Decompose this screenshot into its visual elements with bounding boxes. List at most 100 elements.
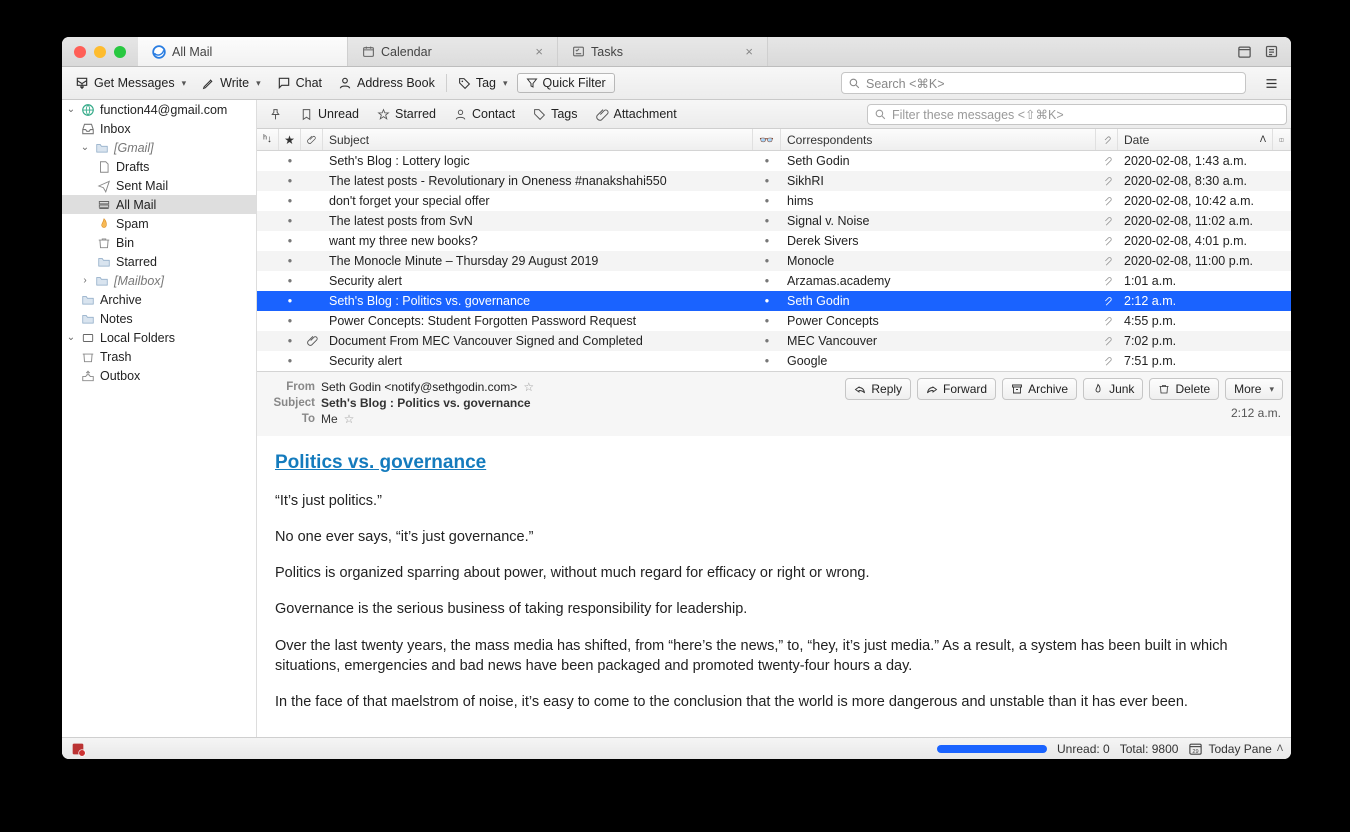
svg-text:29: 29 (1193, 749, 1199, 755)
contact-icon (454, 108, 467, 121)
tab-tasks[interactable]: Tasks × (558, 37, 768, 66)
junk-button[interactable]: Junk (1083, 378, 1143, 400)
col-attach[interactable] (301, 129, 323, 150)
folder-archive[interactable]: Archive (62, 290, 256, 309)
addon-status-icon[interactable] (70, 741, 86, 757)
reply-button[interactable]: Reply (845, 378, 911, 400)
calendar-toggle-icon[interactable] (1237, 44, 1252, 59)
search-icon (848, 77, 861, 90)
btn-label: Archive (1028, 382, 1068, 396)
message-list: •Seth's Blog : Lottery logic•Seth Godin2… (257, 151, 1291, 371)
col-attach2[interactable] (1096, 129, 1118, 150)
folder-notes[interactable]: Notes (62, 309, 256, 328)
local-folders-row[interactable]: ⌄Local Folders (62, 328, 256, 347)
filter-attachment[interactable]: Attachment (588, 104, 685, 124)
star-contact-icon[interactable]: ☆ (523, 380, 534, 394)
folder-starred[interactable]: Starred (62, 252, 256, 271)
chevron-down-icon[interactable]: ▾ (182, 78, 187, 89)
column-picker[interactable] (1273, 129, 1291, 150)
global-search-input[interactable]: Search <⌘K> (841, 72, 1246, 94)
close-icon[interactable]: × (535, 44, 543, 59)
write-button[interactable]: Write ▾ (195, 73, 267, 93)
message-row[interactable]: •Document From MEC Vancouver Signed and … (257, 331, 1291, 351)
window-controls (62, 37, 138, 66)
folder-outbox[interactable]: Outbox (62, 366, 256, 385)
col-subject[interactable]: Subject (323, 129, 753, 150)
tab-all-mail[interactable]: All Mail (138, 37, 348, 66)
message-row[interactable]: •Power Concepts: Student Forgotten Passw… (257, 311, 1291, 331)
folder-spam[interactable]: Spam (62, 214, 256, 233)
close-window-button[interactable] (74, 46, 86, 58)
col-star[interactable]: ★ (279, 129, 301, 150)
col-thread[interactable]: ʰ↓ (257, 129, 279, 150)
trash-icon (97, 236, 111, 250)
tab-calendar[interactable]: Calendar × (348, 37, 558, 66)
col-read[interactable]: 👓 (753, 129, 781, 150)
folder-label: [Mailbox] (114, 274, 164, 288)
account-row[interactable]: ⌄function44@gmail.com (62, 100, 256, 119)
filter-tags[interactable]: Tags (525, 104, 585, 124)
folder-inbox[interactable]: Inbox (62, 119, 256, 138)
message-row[interactable]: •want my three new books?•Derek Sivers20… (257, 231, 1291, 251)
message-row[interactable]: •The latest posts - Revolutionary in One… (257, 171, 1291, 191)
folder-label: Spam (116, 217, 149, 231)
row-correspondent: Seth Godin (781, 154, 1096, 168)
message-row[interactable]: •don't forget your special offer•hims202… (257, 191, 1291, 211)
row-subject: Seth's Blog : Politics vs. governance (323, 294, 753, 308)
col-date[interactable]: Dateᐱ (1118, 129, 1273, 150)
row-subject: don't forget your special offer (323, 194, 753, 208)
delete-button[interactable]: Delete (1149, 378, 1219, 400)
tasks-toggle-icon[interactable] (1264, 44, 1279, 59)
message-row[interactable]: •Seth's Blog : Lottery logic•Seth Godin2… (257, 151, 1291, 171)
folder-sent[interactable]: Sent Mail (62, 176, 256, 195)
filter-starred[interactable]: Starred (369, 104, 444, 124)
tag-icon (458, 77, 471, 90)
preview-action-buttons: Reply Forward Archive Junk Delete More (845, 378, 1283, 400)
address-book-button[interactable]: Address Book (331, 73, 442, 93)
message-row[interactable]: •Security alert•Google7:51 p.m. (257, 351, 1291, 371)
chevron-down-icon[interactable]: ▾ (503, 78, 508, 89)
close-icon[interactable]: × (745, 44, 753, 59)
minimize-window-button[interactable] (94, 46, 106, 58)
account-label: function44@gmail.com (100, 103, 227, 117)
message-row[interactable]: •The Monocle Minute – Thursday 29 August… (257, 251, 1291, 271)
message-row[interactable]: •Security alert•Arzamas.academy1:01 a.m. (257, 271, 1291, 291)
chat-button[interactable]: Chat (270, 73, 329, 93)
row-subject: want my three new books? (323, 234, 753, 248)
col-correspondents[interactable]: Correspondents (781, 129, 1096, 150)
row-correspondent: Signal v. Noise (781, 214, 1096, 228)
filter-contact[interactable]: Contact (446, 104, 523, 124)
today-pane-toggle[interactable]: 29 Today Pane ᐱ (1188, 741, 1283, 756)
status-bar: Unread: 0 Total: 9800 29 Today Pane ᐱ (62, 737, 1291, 759)
star-contact-icon[interactable]: ☆ (344, 412, 355, 426)
message-row[interactable]: •The latest posts from SvN•Signal v. Noi… (257, 211, 1291, 231)
row-date: 7:02 p.m. (1118, 334, 1291, 348)
app-menu-button[interactable] (1258, 73, 1285, 94)
folder-gmail[interactable]: ⌄[Gmail] (62, 138, 256, 157)
folder-drafts[interactable]: Drafts (62, 157, 256, 176)
archive-button[interactable]: Archive (1002, 378, 1077, 400)
tag-button[interactable]: Tag ▾ (451, 73, 515, 93)
row-correspondent: Derek Sivers (781, 234, 1096, 248)
filter-pin[interactable] (261, 105, 290, 124)
get-messages-button[interactable]: Get Messages ▾ (68, 73, 193, 93)
search-icon (874, 108, 887, 121)
quick-filter-toggle[interactable]: Quick Filter (517, 73, 615, 93)
folder-bin[interactable]: Bin (62, 233, 256, 252)
chevron-down-icon[interactable]: ▾ (256, 78, 261, 89)
more-button[interactable]: More (1225, 378, 1283, 400)
zoom-window-button[interactable] (114, 46, 126, 58)
folder-label: Drafts (116, 160, 149, 174)
forward-button[interactable]: Forward (917, 378, 996, 400)
message-row[interactable]: •Seth's Blog : Politics vs. governance•S… (257, 291, 1291, 311)
folder-trash[interactable]: Trash (62, 347, 256, 366)
filter-messages-input[interactable]: Filter these messages <⇧⌘K> (867, 104, 1287, 125)
folder-all-mail[interactable]: All Mail (62, 195, 256, 214)
folder-mailbox[interactable]: ›[Mailbox] (62, 271, 256, 290)
outbox-icon (81, 369, 95, 383)
article-title-link[interactable]: Politics vs. governance (275, 450, 1273, 477)
folder-label: Trash (100, 350, 132, 364)
filter-unread[interactable]: Unread (292, 104, 367, 124)
row-dot-icon: • (279, 214, 301, 228)
title-bar: All Mail Calendar × Tasks × (62, 37, 1291, 67)
